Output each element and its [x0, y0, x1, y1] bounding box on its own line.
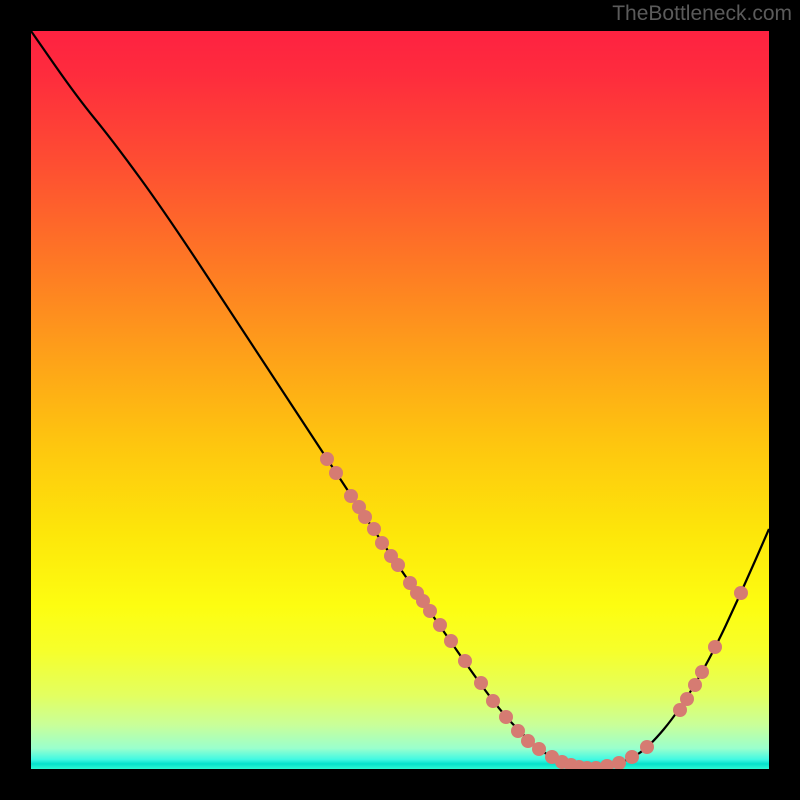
data-dot — [320, 452, 334, 466]
plot-area — [31, 31, 769, 769]
watermark-label: TheBottleneck.com — [612, 2, 792, 26]
data-dot — [486, 694, 500, 708]
data-dot — [612, 756, 626, 769]
data-dot — [367, 522, 381, 536]
data-dot — [532, 742, 546, 756]
data-dot — [625, 750, 639, 764]
data-dot — [375, 536, 389, 550]
data-dot — [444, 634, 458, 648]
data-dot — [458, 654, 472, 668]
data-dot — [391, 558, 405, 572]
data-dot — [511, 724, 525, 738]
data-dot — [708, 640, 722, 654]
data-dot — [358, 510, 372, 524]
data-dots — [320, 452, 748, 769]
data-dot — [499, 710, 513, 724]
data-dot — [600, 759, 614, 769]
data-dot — [640, 740, 654, 754]
data-dot — [423, 604, 437, 618]
main-curve — [31, 31, 769, 768]
curve-layer — [31, 31, 769, 769]
data-dot — [680, 692, 694, 706]
chart-stage: TheBottleneck.com — [0, 0, 800, 800]
data-dot — [329, 466, 343, 480]
data-dot — [474, 676, 488, 690]
data-dot — [695, 665, 709, 679]
data-dot — [688, 678, 702, 692]
data-dot — [734, 586, 748, 600]
data-dot — [433, 618, 447, 632]
